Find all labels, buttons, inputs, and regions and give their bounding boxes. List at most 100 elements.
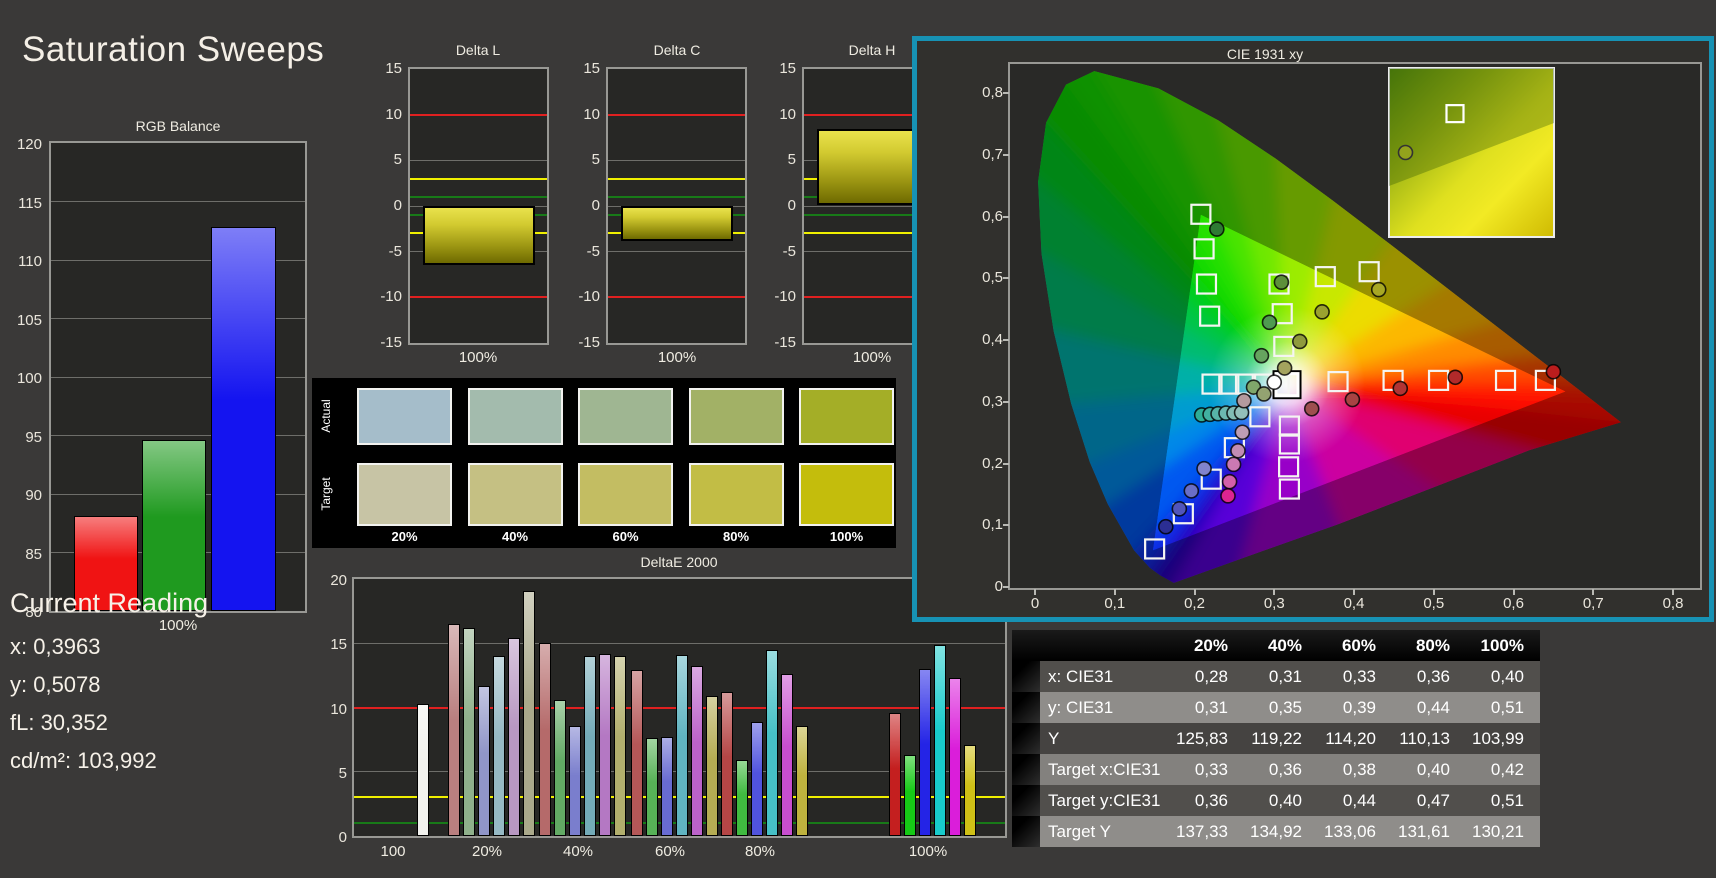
table-value-cell: 0,44 (1318, 785, 1392, 816)
table-swatch-cell (1012, 661, 1040, 692)
delta-y-axis-label: -5 (782, 242, 796, 260)
measured-point-marker (1225, 456, 1242, 473)
delta-limit-red (410, 113, 547, 116)
deltae-bar (508, 638, 520, 836)
delta-y-axis-label: 0 (787, 197, 796, 214)
measured-point-marker (1273, 274, 1290, 290)
swatch-col-label: 80% (722, 529, 750, 544)
delta-y-axis-label: 15 (779, 60, 796, 77)
table-row: y: CIE31 0,31 0,35 0,39 0,44 0,51 (1012, 692, 1540, 723)
table-value-cell: 0,51 (1466, 785, 1540, 816)
cie-1931-plot (1008, 62, 1702, 590)
cie-y-tick (1003, 524, 1009, 527)
delta-y-axis-label: -5 (388, 242, 402, 260)
delta-l-xlabel: 100% (458, 349, 498, 366)
cie-x-tick (1353, 589, 1355, 595)
delta-limit-red (608, 113, 745, 116)
measured-point-marker (1256, 386, 1272, 402)
measured-point-marker (1236, 392, 1252, 409)
deltae-bar (766, 649, 778, 836)
delta-c-xlabel: 100% (657, 349, 697, 366)
table-header-cell: 20% (1193, 636, 1228, 655)
current-reading-x: x: 0,3963 (10, 634, 101, 659)
delta-l-title: Delta L (455, 42, 501, 58)
table-header-cell: 80% (1415, 636, 1450, 655)
swatch-target-80% (688, 463, 784, 526)
rgb-y-axis-label: 85 (25, 545, 42, 563)
rgb-y-axis-label: 115 (18, 194, 42, 212)
deltae-bar (949, 677, 961, 836)
table-header-cell: 60% (1341, 636, 1376, 655)
measured-point-marker (1276, 360, 1293, 376)
rgb-y-axis-label: 110 (18, 253, 42, 270)
delta-l-plot (408, 67, 549, 345)
table-value-cell: 133,06 (1318, 816, 1392, 847)
table-value-cell: 0,47 (1392, 785, 1466, 816)
deltae-bar (646, 738, 658, 836)
deltae-y-axis-label: 5 (338, 764, 347, 782)
delta-y-axis-label: 15 (583, 60, 600, 77)
cie-y-axis-label: 0 (994, 578, 1003, 595)
table-value-cell: 0,36 (1170, 785, 1244, 816)
measured-point-marker (1209, 221, 1225, 237)
table-header-row: 20% 40% 60% 80% 100% (1012, 630, 1540, 661)
measured-point-marker (1266, 374, 1283, 391)
rgb-y-axis-label: 120 (16, 136, 42, 153)
measured-point-marker (1157, 518, 1174, 535)
table-value-cell: 0,31 (1244, 661, 1318, 692)
delta-y-axis-label: 5 (787, 151, 796, 169)
swatch-actual-60% (578, 388, 673, 445)
deltae-bar (584, 656, 596, 836)
table-header-cell: 40% (1267, 636, 1302, 655)
measured-point-marker (1230, 442, 1246, 459)
deltae-bar (691, 666, 703, 836)
table-row-label: Target x:CIE31 (1040, 754, 1170, 785)
swatch-row-label-target: Target (319, 477, 333, 511)
measured-point-marker (1196, 460, 1212, 477)
delta-gridline (608, 251, 745, 253)
cie-y-axis-label: 0,5 (982, 269, 1003, 287)
table-swatch-cell (1012, 723, 1040, 754)
table-value-cell: 0,36 (1392, 661, 1466, 692)
deltae-bar (493, 656, 505, 836)
rgb-y-axis-label: 90 (25, 487, 42, 504)
delta-h-title: Delta H (848, 42, 896, 58)
rgb-y-axis-label: 95 (25, 428, 42, 446)
delta-y-axis-label: -15 (380, 334, 402, 351)
cie-x-axis-label: 0,1 (1104, 595, 1126, 612)
delta-y-axis-label: -15 (774, 334, 796, 351)
saturation-sweeps-page: Saturation Sweeps RGB Balance 100% Delta… (0, 0, 1716, 878)
delta-y-axis-label: -10 (380, 288, 402, 306)
cie-x-axis-label: 0,6 (1503, 595, 1524, 612)
deltae-y-axis-label: 10 (330, 700, 347, 718)
cie-y-axis-label: 0,7 (982, 145, 1003, 163)
table-swatch-cell (1012, 692, 1040, 723)
delta-limit-yellow (410, 177, 547, 180)
table-value-cell: 0,51 (1466, 692, 1540, 723)
deltae-bar (796, 725, 808, 836)
cie-y-tick (1003, 153, 1009, 156)
deltae-x-axis-label: 20% (471, 843, 503, 860)
delta-y-axis-label: 15 (385, 60, 402, 77)
table-value-cell: 0,38 (1318, 754, 1392, 785)
cie-diagram (1038, 67, 1621, 583)
delta-y-axis-label: -10 (578, 288, 600, 306)
delta-gridline (410, 159, 547, 161)
table-value-cell: 0,40 (1392, 754, 1466, 785)
cie-y-tick (1003, 462, 1009, 465)
delta-c-title: Delta C (653, 42, 701, 58)
delta-y-axis-label: 5 (393, 151, 402, 169)
rgb-bar-green (142, 440, 206, 611)
cie-x-axis-label: 0,5 (1423, 595, 1445, 612)
table-value-cell: 131,61 (1392, 816, 1466, 847)
deltae-bar (599, 653, 611, 836)
delta-y-axis-label: 0 (393, 197, 402, 214)
table-value-cell: 114,20 (1318, 723, 1392, 754)
delta-h-xlabel: 100% (852, 349, 892, 366)
cie-y-tick (1003, 339, 1009, 341)
cie-x-tick (1193, 589, 1196, 595)
deltae2000-plot (352, 577, 1007, 838)
table-value-cell: 0,39 (1318, 692, 1392, 723)
deltae-bar (631, 670, 643, 836)
deltae-x-axis-label: 100 (380, 843, 406, 860)
